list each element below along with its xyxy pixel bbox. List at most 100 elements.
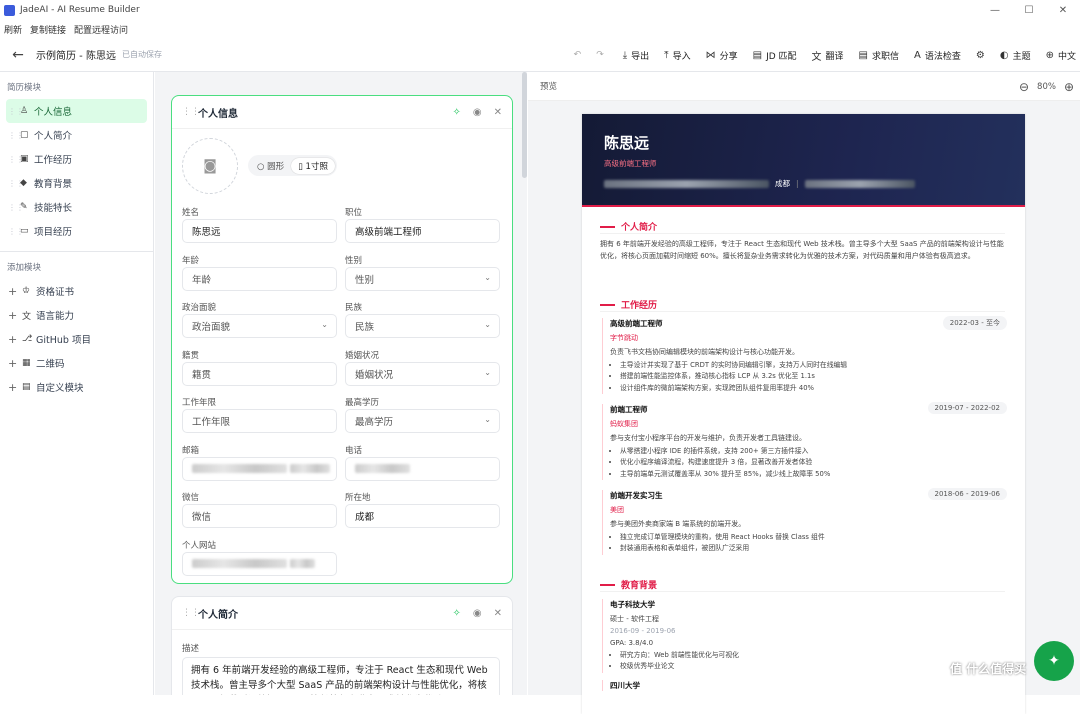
chevron-down-icon: ⌄: [321, 320, 328, 329]
gpa: GPA: 3.8/4.0: [610, 639, 654, 647]
redo-icon[interactable]: ↷: [596, 50, 604, 60]
toolbar-settings-button[interactable]: ⚙: [976, 50, 985, 61]
toolbar-palette-button[interactable]: ◐ 主题: [1000, 49, 1031, 62]
input-field[interactable]: [182, 551, 337, 576]
sidebar-item-module[interactable]: ⋮⋮ ♙ 个人信息: [6, 99, 147, 123]
editor-scrollbar[interactable]: [522, 72, 527, 178]
input-field[interactable]: 微信: [182, 504, 337, 528]
sidebar-add-module[interactable]: + ▤ 自定义模块: [6, 375, 147, 399]
field-value: 政治面貌: [192, 322, 231, 333]
drag-handle-icon[interactable]: ⋮⋮: [8, 179, 24, 188]
sidebar-item-module[interactable]: ⋮⋮ ▣ 工作经历: [6, 147, 147, 171]
ai-sparkle-icon[interactable]: ✧: [452, 608, 460, 619]
education-entry: 四川大学: [602, 680, 1007, 691]
select-field[interactable]: 政治面貌 ⌄: [182, 314, 337, 338]
sidebar-item-module[interactable]: ⋮⋮ ◆ 教育背景: [6, 171, 147, 195]
zoom-in-icon[interactable]: ⊕: [1064, 80, 1074, 94]
toolbar-share-button[interactable]: ⋈ 分享: [706, 49, 738, 62]
back-arrow-icon[interactable]: ←: [0, 47, 36, 63]
field-value: 陈思远: [192, 227, 221, 238]
drag-handle-icon[interactable]: ⋮⋮: [8, 203, 24, 212]
drag-handle-icon[interactable]: ⋮⋮: [8, 107, 24, 116]
edu-bullet: 校级优秀毕业论文: [620, 661, 1007, 672]
minimize-button[interactable]: —: [978, 0, 1012, 20]
input-field[interactable]: 成都: [345, 504, 500, 528]
maximize-button[interactable]: ☐: [1012, 0, 1046, 20]
sidebar-item-label: 资格证书: [36, 287, 75, 298]
sidebar-add-module[interactable]: + 文语言能力: [6, 303, 147, 327]
preview-panel: 预览 ⊖ 80% ⊕ 陈思远 高级前端工程师 成都 | 个人简介 拥有 6 年前…: [528, 72, 1080, 714]
close-icon[interactable]: ✕: [494, 608, 502, 619]
input-field[interactable]: [345, 456, 500, 481]
toolbar-label: JD 匹配: [766, 51, 797, 62]
select-field[interactable]: 民族 ⌄: [345, 314, 500, 338]
sidebar-item-label: 工作经历: [34, 155, 73, 166]
select-field[interactable]: 婚姻状况 ⌄: [345, 361, 500, 386]
jd-match-icon: ▤: [752, 49, 763, 61]
autosave-status: 已自动保存: [121, 50, 162, 59]
card-title: 个人信息: [198, 108, 238, 120]
sidebar-item-module[interactable]: ⋮⋮ ▢ 个人简介: [6, 123, 147, 147]
zoom-out-icon[interactable]: ⊖: [1019, 80, 1029, 94]
toolbar-download-button[interactable]: ⤓ 导出: [623, 49, 649, 62]
cover-letter-icon: ▤: [858, 49, 868, 61]
drag-handle-icon[interactable]: ⋮⋮: [182, 608, 200, 618]
ai-sparkle-icon[interactable]: ✧: [452, 107, 460, 118]
input-field[interactable]: 陈思远: [182, 219, 337, 243]
shape-circle-option[interactable]: ○ 圆形: [250, 158, 291, 174]
toolbar-grammar-button[interactable]: A 语法检查: [914, 49, 961, 62]
undo-icon[interactable]: ↶: [574, 50, 582, 60]
job-description: 参与美团外卖商家端 B 端系统的前端开发。: [610, 520, 746, 528]
drag-handle-icon[interactable]: ⋮⋮: [8, 131, 24, 140]
shape-1inch-option[interactable]: ▯ 1寸照: [291, 157, 335, 174]
field-label: 姓名: [182, 208, 200, 218]
header-accent-line: [582, 205, 1025, 207]
sidebar-add-module[interactable]: + ♔ 资格证书: [6, 279, 147, 303]
sidebar-item-label: 语言能力: [36, 311, 75, 322]
job-date: 2018-06 - 2019-06: [927, 488, 1007, 500]
sidebar-add-module[interactable]: + ⎇ GitHub 项目: [6, 327, 147, 351]
toolbar-globe-button[interactable]: ⊕ 中文: [1046, 49, 1076, 62]
input-field[interactable]: [182, 456, 337, 481]
wrench-icon: ✎: [20, 202, 28, 212]
select-field[interactable]: 最高学历 ⌄: [345, 409, 500, 433]
toolbar-upload-button[interactable]: ⤒ 导入: [664, 49, 690, 62]
education-entry: 电子科技大学 硕士 - 软件工程 2016-09 - 2019-06 GPA: …: [602, 599, 1007, 673]
drag-handle-icon[interactable]: ⋮⋮: [8, 227, 24, 236]
toolbar-translate-button[interactable]: 文翻译: [812, 48, 844, 63]
section-work-heading: 工作经历: [600, 298, 1005, 312]
drag-handle-icon[interactable]: ⋮⋮: [182, 107, 200, 117]
toolbar-label: 中文: [1057, 51, 1076, 62]
ai-assistant-button[interactable]: ✦: [1034, 641, 1074, 681]
input-field[interactable]: 高级前端工程师: [345, 219, 500, 243]
select-field[interactable]: 性别 ⌄: [345, 266, 500, 291]
chevron-down-icon: ⌄: [484, 367, 491, 377]
sidebar-add-module[interactable]: + ▦ 二维码: [6, 351, 147, 375]
globe-icon: ⊕: [1045, 49, 1054, 61]
field-value: 民族: [355, 322, 375, 333]
sidebar-item-module[interactable]: ⋮⋮ ✎ 技能特长: [6, 195, 147, 219]
eye-icon[interactable]: ◉: [473, 107, 482, 118]
field-label: 民族: [345, 303, 363, 313]
input-field[interactable]: 籍贯: [182, 361, 337, 386]
menu-refresh[interactable]: 刷新: [4, 23, 22, 36]
menu-copy-link[interactable]: 复制链接: [30, 23, 66, 36]
photo-upload[interactable]: ◙: [182, 138, 238, 194]
chat-icon: ✦: [1048, 653, 1060, 669]
toolbar-cover-letter-button[interactable]: ▤ 求职信: [859, 49, 899, 62]
field-label: 所在地: [345, 493, 371, 503]
eye-icon[interactable]: ◉: [473, 608, 482, 619]
summary-textarea[interactable]: 拥有 6 年前端开发经验的高级工程师，专注于 React 生态和现代 Web 技…: [182, 657, 500, 695]
download-icon: ⤓: [622, 49, 628, 61]
sidebar-item-module[interactable]: ⋮⋮ ▭ 项目经历: [6, 219, 147, 243]
drag-handle-icon[interactable]: ⋮⋮: [8, 155, 24, 164]
school-name: 四川大学: [610, 681, 640, 690]
chevron-down-icon: ⌄: [484, 272, 491, 282]
field-label: 性别: [345, 255, 363, 266]
close-window-button[interactable]: ✕: [1046, 0, 1080, 20]
menu-remote-access[interactable]: 配置远程访问: [74, 23, 128, 36]
close-icon[interactable]: ✕: [494, 107, 502, 118]
toolbar-jd-match-button[interactable]: ▤ JD 匹配: [753, 49, 797, 62]
input-field[interactable]: 工作年限: [182, 409, 337, 433]
input-field[interactable]: 年龄: [182, 266, 337, 291]
